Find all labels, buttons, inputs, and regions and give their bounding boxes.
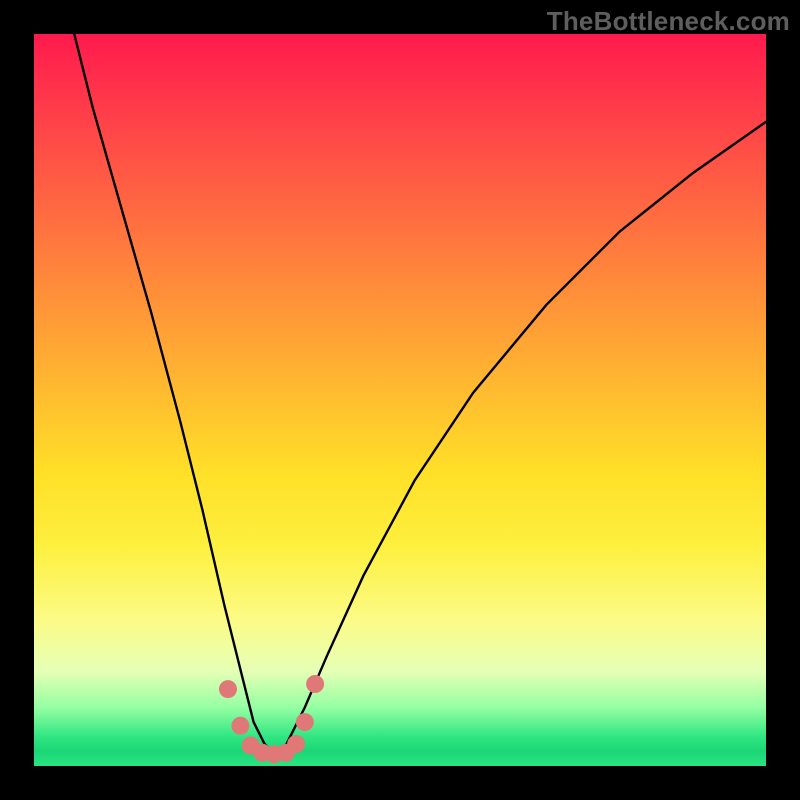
highlight-dot bbox=[231, 717, 249, 735]
highlight-dot bbox=[287, 735, 305, 753]
watermark-text: TheBottleneck.com bbox=[547, 6, 790, 37]
highlight-dots bbox=[219, 675, 324, 763]
highlight-dot bbox=[219, 680, 237, 698]
curve-layer bbox=[34, 34, 766, 766]
chart-frame: TheBottleneck.com bbox=[0, 0, 800, 800]
highlight-dot bbox=[306, 675, 324, 693]
bottleneck-curve bbox=[71, 19, 766, 755]
plot-area bbox=[34, 34, 766, 766]
highlight-dot bbox=[296, 713, 314, 731]
